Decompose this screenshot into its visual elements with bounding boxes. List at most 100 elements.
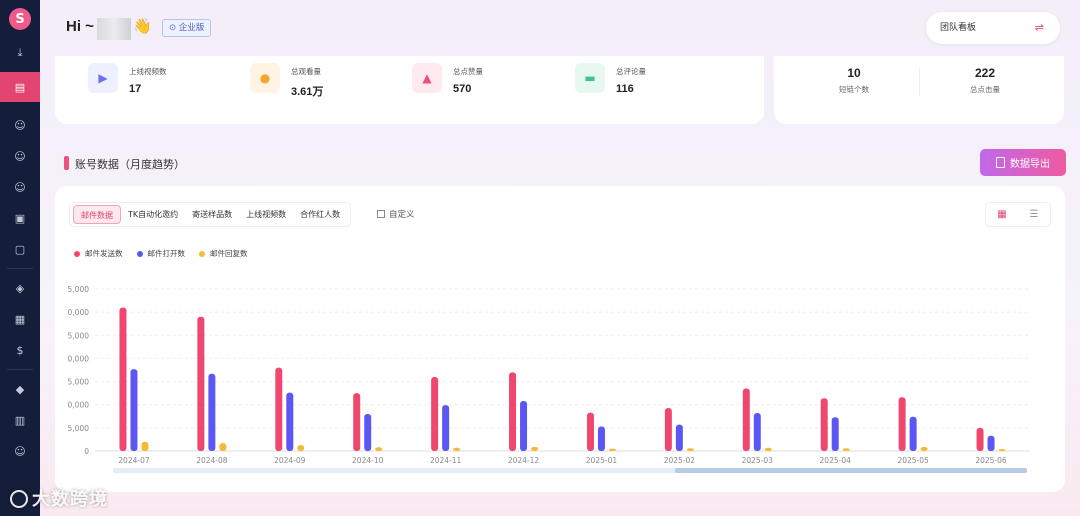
- eye-icon: ●: [250, 63, 280, 93]
- wave-emoji-icon: 👋: [133, 17, 152, 35]
- stat-label: 总评论量: [616, 67, 646, 76]
- x-tick-label: 2024-08: [196, 456, 228, 465]
- user-money-icon[interactable]: $: [0, 337, 40, 363]
- x-tick-label: 2024-11: [430, 456, 462, 465]
- diamond-icon[interactable]: ◆: [0, 376, 40, 402]
- list-icon[interactable]: ☰: [1018, 203, 1050, 226]
- stat-comments: ▬ 总评论量 116: [575, 63, 646, 95]
- watermark-logo-icon: [10, 490, 28, 508]
- bar: [431, 376, 439, 451]
- sidebar-divider: [7, 268, 33, 269]
- bar: [753, 413, 761, 451]
- section-title: 账号数据（月度趋势）: [75, 158, 185, 171]
- bar: [820, 398, 828, 451]
- stat-label: 总观看量: [291, 67, 321, 76]
- legend-label: 邮件打开数: [147, 249, 186, 258]
- grid-icon[interactable]: ▦: [986, 203, 1018, 226]
- download-icon[interactable]: ⤓: [0, 40, 40, 66]
- tab-email-data[interactable]: 邮件数据: [73, 205, 121, 224]
- bar: [197, 316, 205, 451]
- bar: [219, 443, 227, 451]
- bar: [909, 416, 917, 451]
- section-accent: [64, 156, 69, 170]
- wallet-icon[interactable]: ▣: [0, 205, 40, 231]
- divider: [919, 68, 920, 96]
- y-tick-label: 0,000: [68, 308, 90, 317]
- team-dashboard-select[interactable]: 团队看板 ⇌: [926, 12, 1060, 44]
- bar: [275, 367, 283, 451]
- bar: [987, 435, 995, 451]
- y-tick-label: 0,000: [68, 354, 90, 363]
- x-tick-label: 2024-09: [274, 456, 306, 465]
- comment-icon: ▬: [575, 63, 605, 93]
- bar-chart: 0 5,000 0,000 5,000 0,000 5,000 0,000 5,000 2024…: [68, 285, 1030, 465]
- bar: [608, 448, 616, 451]
- export-button[interactable]: 数据导出: [980, 149, 1066, 176]
- person-icon[interactable]: ☺: [0, 438, 40, 464]
- stat-value: 10: [847, 66, 861, 80]
- dashboard-icon[interactable]: ▤: [0, 72, 40, 102]
- x-tick-label: 2025-02: [664, 456, 696, 465]
- view-toggle: ▦ ☰: [985, 202, 1051, 227]
- bar: [675, 424, 683, 451]
- bar-chart-icon[interactable]: ▥: [0, 407, 40, 433]
- legend-label: 邮件发送数: [85, 249, 123, 258]
- sidebar: S ⤓ ▤ ☺ ☺ ☺ ▣ ▢ ◈ ▦ $ ◆ ▥ ☺: [0, 0, 40, 516]
- customize-button[interactable]: 自定义: [377, 208, 415, 220]
- bar: [597, 426, 605, 451]
- x-tick-label: 2025-04: [820, 456, 852, 465]
- bar: [586, 412, 594, 451]
- app-logo[interactable]: S: [9, 8, 31, 30]
- stat-clicks: 222 总点击量: [955, 66, 1015, 95]
- stat-value: 116: [616, 83, 634, 95]
- bar: [297, 444, 305, 451]
- stat-value: 222: [974, 66, 996, 80]
- legend-item[interactable]: 邮件回复数: [199, 248, 248, 259]
- enterprise-badge: ⊙ 企业版: [162, 19, 212, 37]
- bar: [764, 447, 772, 451]
- watermark-text: 大数跨境: [32, 489, 108, 510]
- x-tick-label: 2024-07: [118, 456, 150, 465]
- y-tick-label: 5,000: [68, 378, 90, 387]
- tab-samples-sent[interactable]: 寄送样品数: [185, 205, 239, 224]
- bar: [119, 307, 127, 451]
- metric-tabs: 邮件数据 TK自动化邀约 寄送样品数 上线视频数 合作红人数: [69, 202, 352, 227]
- video-icon: ▶: [88, 63, 118, 93]
- bar: [141, 441, 149, 451]
- tab-partner-creators[interactable]: 合作红人数: [293, 205, 347, 224]
- bar: [920, 446, 928, 451]
- image-stack-icon[interactable]: ▦: [0, 306, 40, 332]
- bar: [130, 369, 138, 451]
- x-tick-label: 2025-05: [897, 456, 929, 465]
- bar: [976, 427, 984, 451]
- bar: [898, 397, 906, 451]
- y-tick-label: 0: [84, 447, 89, 456]
- bar: [664, 407, 672, 451]
- bar: [831, 417, 839, 451]
- export-label: 数据导出: [1010, 159, 1050, 170]
- x-tick-label: 2024-12: [508, 456, 540, 465]
- x-tick-label: 2025-06: [975, 456, 1007, 465]
- chart-scroll-thumb[interactable]: [675, 468, 1027, 473]
- customize-label: 自定义: [389, 210, 415, 220]
- tab-videos-online[interactable]: 上线视频数: [239, 205, 293, 224]
- y-tick-label: 0,000: [68, 401, 90, 410]
- document-icon: [996, 157, 1005, 168]
- cube-icon[interactable]: ◈: [0, 275, 40, 301]
- bar: [375, 447, 383, 451]
- user-add-icon[interactable]: ☺: [0, 174, 40, 200]
- swap-icon[interactable]: ⇌: [1035, 12, 1044, 44]
- legend-marker: [136, 250, 143, 257]
- legend-item[interactable]: 邮件打开数: [136, 248, 186, 259]
- watermark: 大数跨境: [10, 485, 108, 511]
- user-icon[interactable]: ☺: [0, 112, 40, 138]
- stat-value: 17: [129, 83, 142, 95]
- user-search-icon[interactable]: ☺: [0, 143, 40, 169]
- bar: [520, 401, 528, 451]
- contact-card-icon[interactable]: ▢: [0, 236, 40, 262]
- tab-tk-invites[interactable]: TK自动化邀约: [121, 205, 185, 224]
- bar: [453, 447, 461, 451]
- stat-value: 3.61万: [291, 86, 324, 98]
- legend-item[interactable]: 邮件发送数: [74, 248, 123, 259]
- legend-label: 邮件回复数: [210, 249, 248, 258]
